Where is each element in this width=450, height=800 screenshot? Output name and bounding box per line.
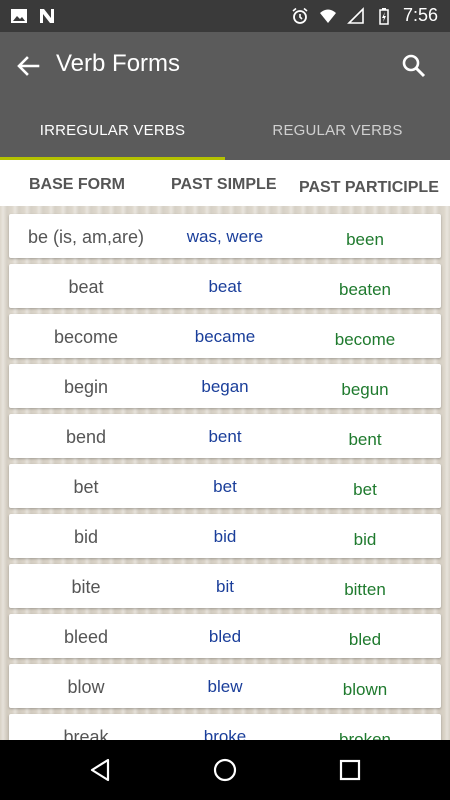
battery-icon [379, 7, 389, 25]
app-bar: Verb Forms [0, 32, 450, 100]
past-participle: bid [353, 530, 377, 549]
verb-row[interactable]: bend bent bent [9, 414, 441, 458]
tab-regular-verbs[interactable]: REGULAR VERBS [225, 100, 450, 160]
base-form: become [53, 327, 119, 347]
base-form: bite [71, 577, 101, 597]
base-form: bend [65, 427, 107, 447]
column-past-participle: PAST PARTICIPLE [299, 179, 439, 196]
column-base-form: BASE FORM [29, 176, 125, 193]
past-simple: beat [208, 277, 242, 296]
past-participle: bent [348, 430, 382, 449]
past-participle: broken [339, 730, 391, 740]
verb-row[interactable]: be (is, am,are) was, were been [9, 214, 441, 258]
past-simple: broke [203, 727, 247, 740]
past-participle: bled [348, 630, 382, 649]
home-circle-icon[interactable] [212, 757, 238, 783]
status-time: 7:56 [402, 5, 438, 25]
verb-row[interactable]: bleed bled bled [9, 614, 441, 658]
column-header: BASE FORM PAST SIMPLE PAST PARTICIPLE [0, 160, 450, 206]
recents-square-icon[interactable] [337, 757, 363, 783]
base-form: bet [73, 477, 99, 497]
base-form: break [63, 727, 109, 740]
verb-row[interactable]: bite bit bitten [9, 564, 441, 608]
verb-row[interactable]: blow blew blown [9, 664, 441, 708]
past-simple: bit [216, 577, 234, 596]
verb-row[interactable]: become became become [9, 314, 441, 358]
past-simple: became [194, 327, 256, 346]
past-simple: bid [213, 527, 237, 546]
image-icon [11, 9, 27, 23]
past-simple: began [201, 377, 249, 396]
search-icon[interactable] [400, 52, 428, 80]
past-participle: blown [342, 680, 388, 699]
past-participle: become [334, 330, 396, 349]
base-form: begin [63, 377, 109, 397]
base-form: bleed [63, 627, 109, 647]
past-participle: bitten [344, 580, 386, 599]
alarm-icon [292, 7, 308, 24]
past-simple: bet [213, 477, 237, 496]
past-participle: beaten [339, 280, 391, 299]
back-arrow-icon[interactable] [14, 52, 42, 80]
verb-row[interactable]: break broke broken [9, 714, 441, 740]
verb-row[interactable]: bet bet bet [9, 464, 441, 508]
past-participle: begun [341, 380, 389, 399]
tab-bar: IRREGULAR VERBS REGULAR VERBS [0, 100, 450, 160]
past-simple: bent [208, 427, 242, 446]
base-form: bid [73, 527, 99, 547]
base-form: beat [68, 277, 104, 297]
past-simple: blew [207, 677, 243, 696]
verb-list[interactable]: be (is, am,are) was, were been beat beat… [0, 206, 450, 740]
status-bar: 7:56 [0, 0, 450, 32]
base-form: be (is, am,are) [27, 227, 145, 247]
verb-row[interactable]: begin began begun [9, 364, 441, 408]
navigation-bar [0, 740, 450, 800]
column-past-simple: PAST SIMPLE [171, 176, 277, 193]
past-participle: been [346, 230, 384, 249]
page-title: Verb Forms [56, 50, 181, 77]
verb-row[interactable]: beat beat beaten [9, 264, 441, 308]
back-triangle-icon[interactable] [87, 757, 113, 783]
signal-icon [347, 6, 364, 24]
tab-irregular-verbs[interactable]: IRREGULAR VERBS [0, 100, 225, 160]
base-form: blow [67, 677, 105, 697]
past-simple: bled [208, 627, 242, 646]
verb-row[interactable]: bid bid bid [9, 514, 441, 558]
wifi-icon [319, 9, 336, 23]
past-simple: was, were [186, 227, 264, 246]
past-participle: bet [353, 480, 377, 499]
n-icon [40, 9, 54, 23]
